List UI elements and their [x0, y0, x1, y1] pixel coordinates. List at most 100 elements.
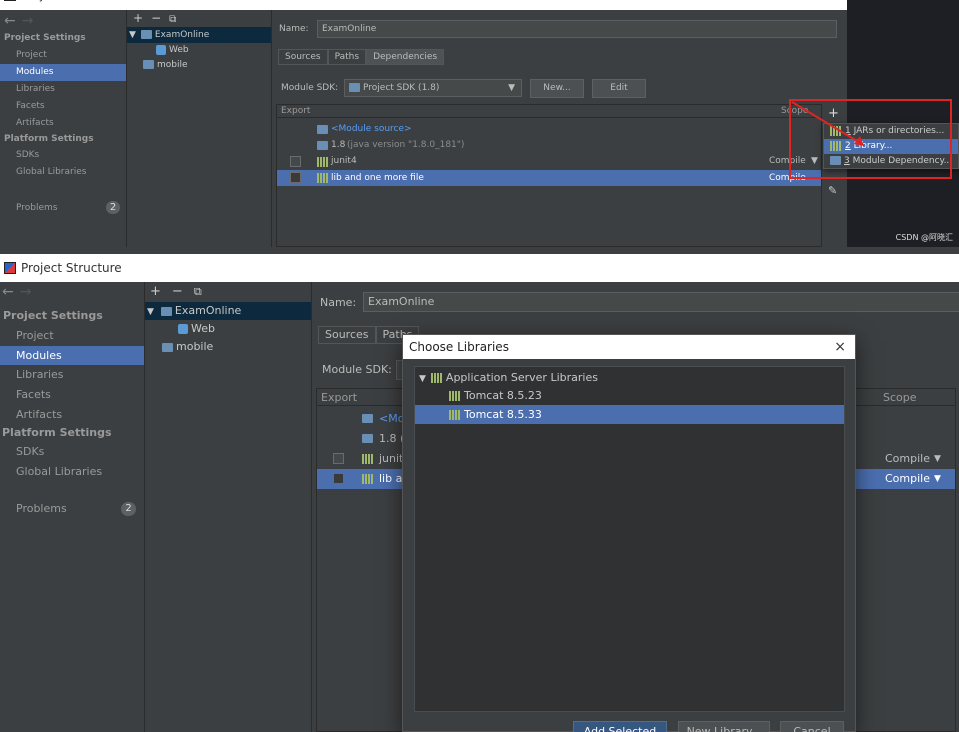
sdk-value: Project SDK (1.8) — [363, 83, 440, 93]
tree-item-label: mobile — [157, 60, 188, 70]
nav-item-sdks[interactable]: SDKs — [0, 442, 144, 462]
library-item-label: Tomcat 8.5.33 — [464, 408, 542, 421]
expand-icon[interactable]: ▼ — [419, 374, 426, 384]
module-tree: + − ⧉ ▼ ExamOnline Web mobile — [145, 282, 312, 732]
dependency-row-module-source[interactable]: <Module source> — [277, 121, 821, 137]
scope-select[interactable]: Compile — [885, 449, 930, 469]
back-icon[interactable]: ← — [4, 13, 16, 29]
nav-item-artifacts[interactable]: Artifacts — [0, 405, 144, 424]
choose-libraries-dialog: Choose Libraries × ▼ Application Server L… — [402, 334, 856, 732]
module-sdk-select[interactable]: Project SDK (1.8) ▼ — [344, 79, 522, 97]
export-checkbox[interactable] — [290, 156, 301, 167]
jdk-folder-icon — [362, 434, 373, 443]
remove-module-icon[interactable]: − — [151, 11, 161, 25]
tree-toolbar: + − ⧉ — [127, 10, 271, 27]
libraries-list: ▼ Application Server Libraries Tomcat 8.5… — [414, 366, 845, 712]
module-name-input[interactable]: ExamOnline — [317, 20, 837, 38]
nav-item-libraries[interactable]: Libraries — [0, 81, 126, 98]
dependencies-table-header: Export Scope — [277, 105, 821, 118]
tree-item-web[interactable]: Web — [127, 43, 271, 58]
expand-icon[interactable]: ▼ — [147, 307, 154, 317]
source-folder-icon — [317, 125, 328, 134]
watermark: CSDN @阿晓汇 — [895, 233, 953, 242]
tree-item-label: mobile — [176, 340, 214, 353]
nav-item-modules[interactable]: Modules — [0, 346, 144, 365]
cancel-button[interactable]: Cancel — [780, 721, 844, 732]
source-folder-icon — [362, 414, 373, 423]
tab-paths[interactable]: Paths — [327, 49, 367, 65]
dialog-title: Choose Libraries — [409, 340, 509, 354]
tree-item-label: Web — [191, 322, 215, 335]
module-folder-icon — [162, 342, 173, 352]
module-name-input[interactable]: ExamOnline — [363, 292, 959, 312]
add-module-icon[interactable]: + — [133, 11, 143, 25]
nav-item-facets[interactable]: Facets — [0, 98, 126, 115]
highlight-arrow — [791, 101, 864, 146]
tree-item-mobile[interactable]: mobile — [127, 58, 271, 73]
add-selected-button[interactable]: Add Selected — [573, 721, 667, 732]
left-nav: ← → Project Settings Project Modules Libr… — [0, 10, 127, 247]
dependency-name: lib and one more file — [331, 173, 424, 183]
dependency-row-jdk[interactable]: 1.8 (java version "1.8.0_181") — [277, 137, 821, 153]
web-facet-icon — [156, 44, 166, 55]
dependency-name: 1.8 ( — [379, 432, 405, 445]
library-icon — [362, 454, 373, 464]
close-button[interactable]: × — [826, 0, 837, 3]
tree-item-web[interactable]: Web — [145, 320, 311, 338]
export-checkbox[interactable] — [290, 172, 301, 183]
library-icon — [362, 474, 373, 484]
scope-select[interactable]: Compile — [885, 469, 930, 489]
tree-item-examonline[interactable]: ▼ ExamOnline — [145, 302, 311, 320]
export-checkbox[interactable] — [333, 473, 344, 484]
back-icon[interactable]: ← — [2, 284, 14, 300]
library-icon — [449, 410, 460, 420]
module-folder-icon — [143, 60, 154, 69]
edit-sdk-button[interactable]: Edit — [592, 79, 646, 98]
copy-module-icon[interactable]: ⧉ — [169, 14, 176, 25]
window-title: Project Structure — [21, 0, 122, 2]
library-item-tomcat-8-5-23[interactable]: Tomcat 8.5.23 — [415, 387, 844, 405]
forward-icon[interactable]: → — [22, 13, 34, 29]
nav-item-sdks[interactable]: SDKs — [0, 147, 126, 164]
nav-item-libraries[interactable]: Libraries — [0, 365, 144, 385]
tab-dependencies[interactable]: Dependencies — [366, 49, 445, 65]
tree-toolbar: + − ⧉ — [145, 282, 311, 302]
nav-item-global-libraries[interactable]: Global Libraries — [0, 462, 144, 482]
dependency-row-junit4[interactable]: junit4 Compile ▼ — [277, 153, 821, 170]
new-sdk-button[interactable]: New... — [530, 79, 584, 98]
expand-icon[interactable]: ▼ — [129, 30, 136, 40]
library-group-app-server[interactable]: ▼ Application Server Libraries — [415, 369, 844, 387]
nav-item-problems[interactable]: Problems 2 — [0, 200, 126, 216]
tab-sources[interactable]: Sources — [318, 326, 376, 344]
dependency-row-lib[interactable]: lib and one more file Compile — [277, 170, 821, 186]
bottom-screenshot: Project Structure ← → Project Settings Pr… — [0, 254, 959, 732]
tab-sources[interactable]: Sources — [278, 49, 328, 65]
nav-item-global-libraries[interactable]: Global Libraries — [0, 164, 126, 181]
dialog-close-button[interactable]: × — [834, 339, 846, 355]
library-item-tomcat-8-5-33[interactable]: Tomcat 8.5.33 — [415, 405, 844, 424]
copy-module-icon[interactable]: ⧉ — [194, 285, 202, 298]
dependency-name: junit — [379, 452, 404, 465]
new-library-button[interactable]: New Library... — [678, 721, 770, 732]
tree-item-examonline[interactable]: ▼ ExamOnline — [127, 27, 271, 43]
forward-icon[interactable]: → — [20, 284, 32, 300]
nav-item-artifacts[interactable]: Artifacts — [0, 115, 126, 131]
dependency-name: <Mo — [379, 412, 405, 425]
nav-item-project[interactable]: Project — [0, 326, 144, 346]
library-group-label: Application Server Libraries — [445, 371, 598, 384]
jdk-version: (java version "1.8.0_181") — [347, 140, 465, 150]
export-checkbox[interactable] — [333, 453, 344, 464]
remove-module-icon[interactable]: − — [172, 284, 183, 299]
left-nav: ← → Project Settings Project Modules Libr… — [0, 282, 145, 732]
library-icon — [317, 173, 328, 183]
library-icon — [317, 157, 328, 167]
name-label: Name: — [279, 24, 309, 34]
add-module-icon[interactable]: + — [150, 284, 161, 299]
edit-dependency-icon[interactable]: ✎ — [828, 184, 837, 197]
nav-item-modules[interactable]: Modules — [0, 64, 126, 81]
nav-item-project[interactable]: Project — [0, 47, 126, 64]
problems-badge: 2 — [121, 502, 136, 516]
nav-item-facets[interactable]: Facets — [0, 385, 144, 405]
tree-item-mobile[interactable]: mobile — [145, 338, 311, 356]
nav-item-problems[interactable]: Problems 2 — [0, 500, 144, 518]
